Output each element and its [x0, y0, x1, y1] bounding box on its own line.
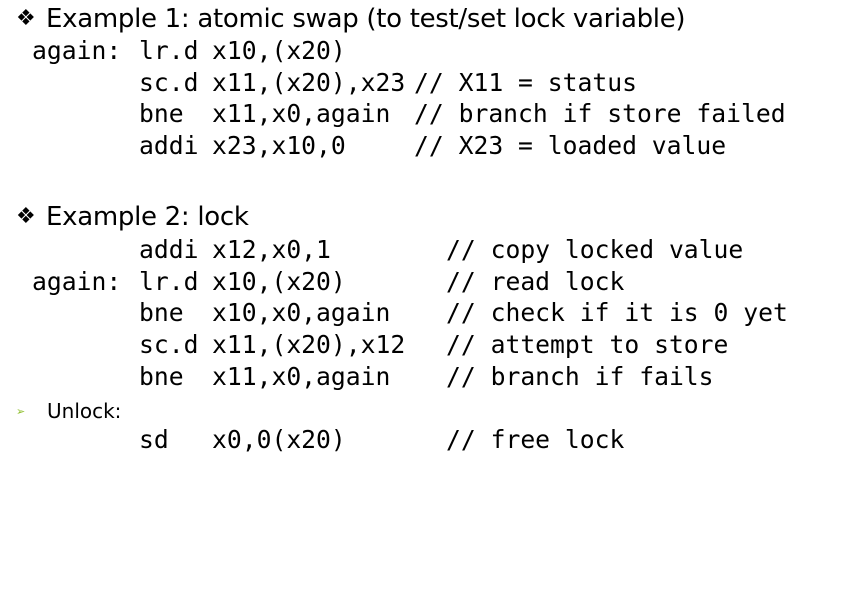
- code-opcode: bne: [139, 298, 184, 327]
- code-opcode: sd: [139, 425, 169, 454]
- code-operands: x11,x0,again: [212, 99, 391, 128]
- code-opcode: addi: [139, 235, 199, 264]
- code-line: sc.d x11,(x20),x23 // X11 = status: [0, 67, 637, 99]
- slide: ❖ Example 1: atomic swap (to test/set lo…: [0, 0, 842, 474]
- arrow-bullet-icon: ➢: [16, 404, 26, 418]
- code-opcode: bne: [139, 362, 184, 391]
- unlock-label: Unlock:: [47, 399, 122, 423]
- code-comment: // branch if store failed: [414, 99, 786, 128]
- diamond-bullet-icon: ❖: [16, 6, 36, 31]
- code-opcode: sc.d: [139, 330, 199, 359]
- code-comment: // free lock: [446, 425, 625, 454]
- code-operands: x11,(x20),x12: [212, 330, 406, 359]
- code-line: sc.d x11,(x20),x12 // attempt to store: [0, 329, 728, 361]
- code-comment: // read lock: [446, 267, 625, 296]
- code-opcode: lr.d: [139, 267, 199, 296]
- code-operands: x12,x0,1: [212, 235, 331, 264]
- diamond-bullet-icon: ❖: [16, 204, 36, 229]
- code-line: again: lr.d x10,(x20): [0, 35, 346, 67]
- example2-heading: ❖ Example 2: lock: [16, 200, 249, 234]
- code-line: bne x10,x0,again // check if it is 0 yet: [0, 297, 788, 329]
- code-opcode: bne: [139, 99, 184, 128]
- code-opcode: sc.d: [139, 68, 199, 97]
- code-comment: // X11 = status: [414, 68, 637, 97]
- code-line: addi x12,x0,1 // copy locked value: [0, 234, 743, 266]
- code-comment: // branch if fails: [446, 362, 714, 391]
- code-operands: x10,(x20): [212, 36, 346, 65]
- unlock-heading: ➢ Unlock:: [16, 398, 121, 424]
- code-label: again:: [32, 36, 122, 65]
- example1-heading: ❖ Example 1: atomic swap (to test/set lo…: [16, 2, 686, 36]
- code-line: sd x0,0(x20) // free lock: [0, 424, 624, 456]
- example1-title: Example 1: atomic swap (to test/set lock…: [46, 4, 686, 34]
- code-line: again: lr.d x10,(x20) // read lock: [0, 266, 624, 298]
- code-comment: // check if it is 0 yet: [446, 298, 788, 327]
- code-opcode: lr.d: [139, 36, 199, 65]
- code-comment: // copy locked value: [446, 235, 744, 264]
- example2-title: Example 2: lock: [46, 202, 249, 232]
- code-opcode: addi: [139, 131, 199, 160]
- code-line: bne x11,x0,again // branch if store fail…: [0, 98, 786, 130]
- code-operands: x0,0(x20): [212, 425, 346, 454]
- code-line: addi x23,x10,0 // X23 = loaded value: [0, 130, 726, 162]
- code-line: bne x11,x0,again // branch if fails: [0, 361, 714, 393]
- code-label: again:: [32, 267, 122, 296]
- code-operands: x10,(x20): [212, 267, 346, 296]
- code-operands: x23,x10,0: [212, 131, 346, 160]
- code-comment: // X23 = loaded value: [414, 131, 727, 160]
- code-operands: x11,x0,again: [212, 362, 391, 391]
- code-operands: x11,(x20),x23: [212, 68, 406, 97]
- code-comment: // attempt to store: [446, 330, 729, 359]
- code-operands: x10,x0,again: [212, 298, 391, 327]
